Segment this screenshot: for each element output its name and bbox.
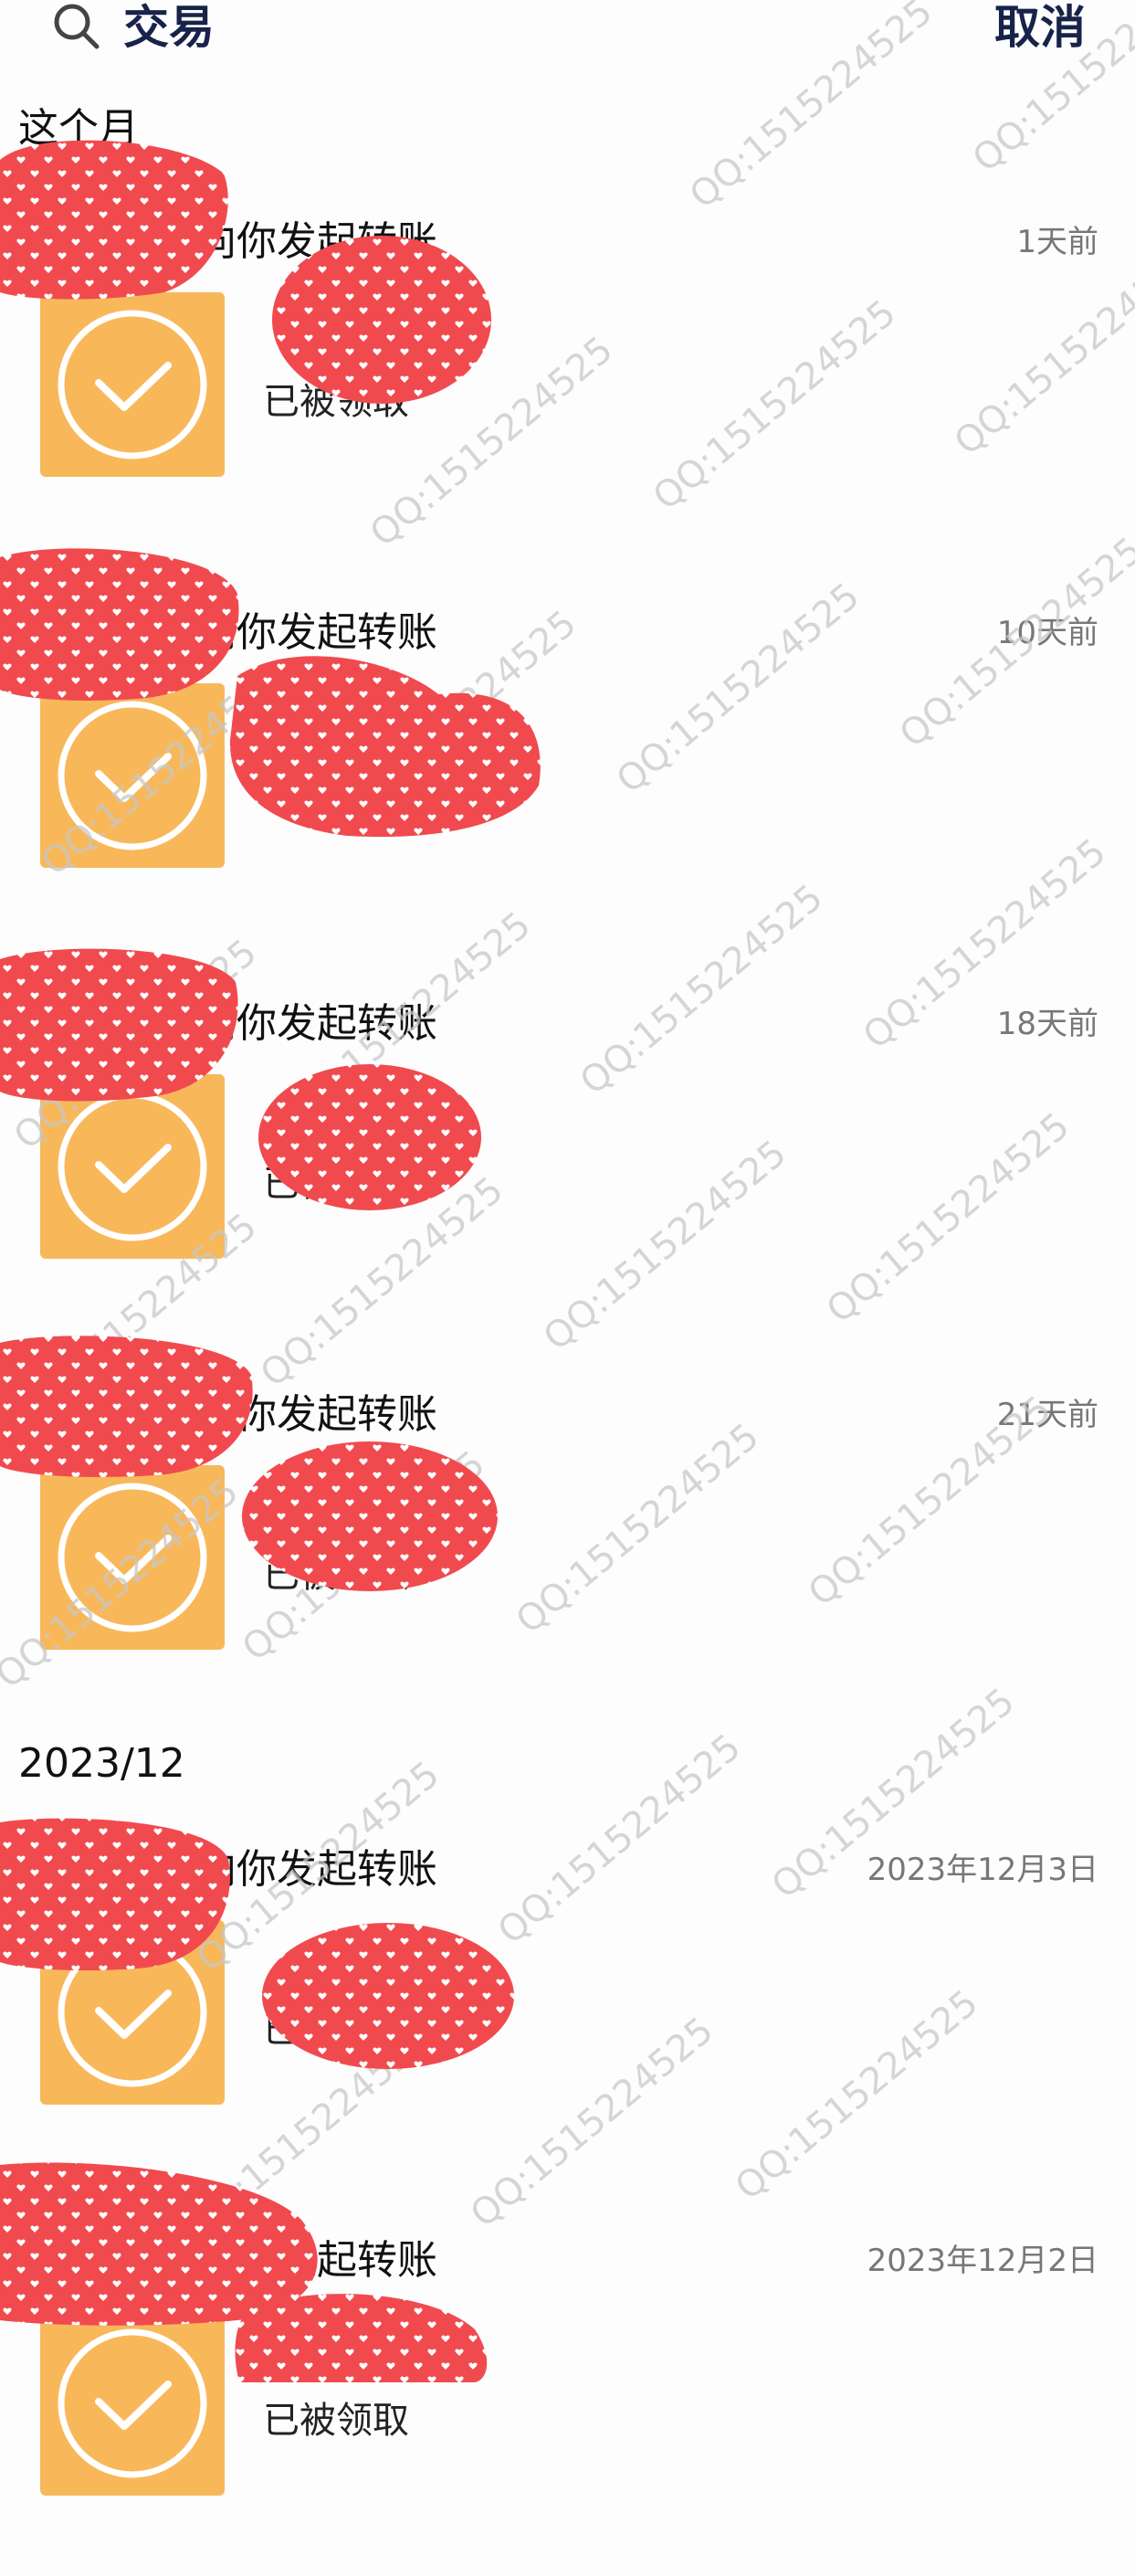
transaction-status: 已被领取 bbox=[263, 1163, 409, 1205]
transaction-status: 已被领取 bbox=[263, 2400, 409, 2442]
transaction-time: 1天前 bbox=[1016, 224, 1098, 260]
transaction-status: 已被领取 bbox=[263, 2009, 409, 2051]
cancel-button[interactable]: 取消 bbox=[994, 0, 1086, 55]
transaction-status: 已被领取 bbox=[263, 1554, 409, 1596]
transaction-title: 向你发起转账 bbox=[196, 1000, 437, 1047]
transaction-status: 已被领取 bbox=[263, 381, 409, 423]
search-input[interactable]: 交易 bbox=[123, 0, 215, 55]
transaction-time: 21天前 bbox=[996, 1397, 1098, 1433]
search-bar: 交易 取消 bbox=[0, 0, 1135, 64]
transaction-item[interactable]: 向你发起转账 2023年12月3日 已被领取 bbox=[0, 1838, 1135, 2185]
transaction-title: 向你发起转账 bbox=[196, 218, 437, 265]
transaction-status: 已被领取 bbox=[263, 772, 409, 814]
check-circle-icon bbox=[40, 2311, 225, 2496]
transaction-item[interactable]: 向你发起转账 10天前 已被领取 bbox=[0, 601, 1135, 948]
transaction-title: 向你发起转账 bbox=[196, 2237, 437, 2284]
transaction-time: 10天前 bbox=[996, 615, 1098, 651]
transaction-time: 2023年12月3日 bbox=[867, 1852, 1098, 1888]
transaction-time: 18天前 bbox=[996, 1006, 1098, 1042]
transaction-title: 向你发起转账 bbox=[196, 1846, 437, 1893]
transaction-title: 向你发起转账 bbox=[196, 609, 437, 656]
transaction-item[interactable]: 向你发起转账 1天前 已被领取 bbox=[0, 210, 1135, 557]
section-header-this-month: 这个月 bbox=[18, 105, 139, 152]
transaction-item[interactable]: 向你发起转账 18天前 已被领取 bbox=[0, 992, 1135, 1339]
check-circle-icon bbox=[40, 292, 225, 477]
check-circle-icon bbox=[40, 1920, 225, 2105]
transaction-item[interactable]: 向你发起转账 21天前 已被领取 bbox=[0, 1383, 1135, 1730]
transaction-time: 2023年12月2日 bbox=[867, 2243, 1098, 2279]
search-icon[interactable] bbox=[50, 0, 101, 51]
section-header-2023-12: 2023/12 bbox=[18, 1740, 185, 1787]
check-circle-icon bbox=[40, 1074, 225, 1259]
check-circle-icon bbox=[40, 1465, 225, 1650]
transaction-title: 向你发起转账 bbox=[196, 1391, 437, 1438]
transaction-item[interactable]: 向你发起转账 2023年12月2日 已被领取 bbox=[0, 2229, 1135, 2576]
check-circle-icon bbox=[40, 683, 225, 868]
